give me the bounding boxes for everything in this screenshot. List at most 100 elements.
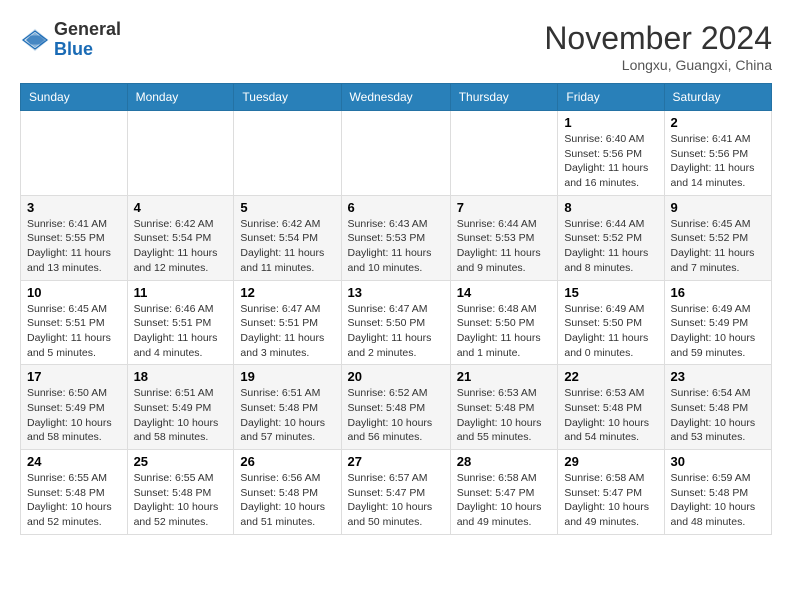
day-number: 10 <box>27 285 121 300</box>
day-info: Sunrise: 6:47 AM Sunset: 5:50 PM Dayligh… <box>348 302 444 361</box>
calendar-body: 1 Sunrise: 6:40 AM Sunset: 5:56 PM Daylig… <box>21 111 772 535</box>
day-info: Sunrise: 6:41 AM Sunset: 5:56 PM Dayligh… <box>671 132 765 191</box>
calendar-cell: 16 Sunrise: 6:49 AM Sunset: 5:49 PM Dayli… <box>664 280 771 365</box>
calendar-cell: 15 Sunrise: 6:49 AM Sunset: 5:50 PM Dayli… <box>558 280 664 365</box>
calendar-cell: 21Sunrise: 6:53 AM Sunset: 5:48 PM Dayli… <box>450 365 558 450</box>
day-number: 20 <box>348 369 444 384</box>
day-info: Sunrise: 6:40 AM Sunset: 5:56 PM Dayligh… <box>564 132 657 191</box>
day-number: 22 <box>564 369 657 384</box>
day-number: 17 <box>27 369 121 384</box>
calendar-cell <box>127 111 234 196</box>
day-number: 15 <box>564 285 657 300</box>
calendar-cell: 17 Sunrise: 6:50 AM Sunset: 5:49 PM Dayli… <box>21 365 128 450</box>
day-info: Sunrise: 6:51 AM Sunset: 5:48 PM Dayligh… <box>240 386 334 445</box>
logo-text: General Blue <box>54 20 121 60</box>
header-day-sunday: Sunday <box>21 84 128 111</box>
calendar-cell: 30 Sunrise: 6:59 AM Sunset: 5:48 PM Dayli… <box>664 450 771 535</box>
day-info: Sunrise: 6:42 AM Sunset: 5:54 PM Dayligh… <box>134 217 228 276</box>
day-number: 11 <box>134 285 228 300</box>
calendar-cell: 19 Sunrise: 6:51 AM Sunset: 5:48 PM Dayli… <box>234 365 341 450</box>
calendar-cell: 5 Sunrise: 6:42 AM Sunset: 5:54 PM Daylig… <box>234 195 341 280</box>
day-info: Sunrise: 6:49 AM Sunset: 5:50 PM Dayligh… <box>564 302 657 361</box>
calendar-week-2: 3Sunrise: 6:41 AM Sunset: 5:55 PM Daylig… <box>21 195 772 280</box>
day-info: Sunrise: 6:51 AM Sunset: 5:49 PM Dayligh… <box>134 386 228 445</box>
calendar-table: SundayMondayTuesdayWednesdayThursdayFrid… <box>20 83 772 535</box>
day-info: Sunrise: 6:50 AM Sunset: 5:49 PM Dayligh… <box>27 386 121 445</box>
day-info: Sunrise: 6:52 AM Sunset: 5:48 PM Dayligh… <box>348 386 444 445</box>
day-info: Sunrise: 6:58 AM Sunset: 5:47 PM Dayligh… <box>564 471 657 530</box>
header-day-saturday: Saturday <box>664 84 771 111</box>
page-header: General Blue November 2024 Longxu, Guang… <box>20 20 772 73</box>
day-number: 18 <box>134 369 228 384</box>
day-info: Sunrise: 6:53 AM Sunset: 5:48 PM Dayligh… <box>564 386 657 445</box>
day-number: 16 <box>671 285 765 300</box>
calendar-week-1: 1 Sunrise: 6:40 AM Sunset: 5:56 PM Daylig… <box>21 111 772 196</box>
calendar-cell <box>341 111 450 196</box>
day-info: Sunrise: 6:48 AM Sunset: 5:50 PM Dayligh… <box>457 302 552 361</box>
calendar-header: SundayMondayTuesdayWednesdayThursdayFrid… <box>21 84 772 111</box>
header-day-wednesday: Wednesday <box>341 84 450 111</box>
day-number: 13 <box>348 285 444 300</box>
month-title: November 2024 <box>544 20 772 57</box>
day-info: Sunrise: 6:43 AM Sunset: 5:53 PM Dayligh… <box>348 217 444 276</box>
calendar-cell: 6Sunrise: 6:43 AM Sunset: 5:53 PM Daylig… <box>341 195 450 280</box>
calendar-cell: 1 Sunrise: 6:40 AM Sunset: 5:56 PM Daylig… <box>558 111 664 196</box>
calendar-cell: 29Sunrise: 6:58 AM Sunset: 5:47 PM Dayli… <box>558 450 664 535</box>
day-number: 3 <box>27 200 121 215</box>
header-day-friday: Friday <box>558 84 664 111</box>
day-number: 27 <box>348 454 444 469</box>
day-number: 23 <box>671 369 765 384</box>
calendar-week-5: 24 Sunrise: 6:55 AM Sunset: 5:48 PM Dayli… <box>21 450 772 535</box>
day-info: Sunrise: 6:54 AM Sunset: 5:48 PM Dayligh… <box>671 386 765 445</box>
day-info: Sunrise: 6:47 AM Sunset: 5:51 PM Dayligh… <box>240 302 334 361</box>
calendar-cell: 25Sunrise: 6:55 AM Sunset: 5:48 PM Dayli… <box>127 450 234 535</box>
header-day-tuesday: Tuesday <box>234 84 341 111</box>
day-info: Sunrise: 6:58 AM Sunset: 5:47 PM Dayligh… <box>457 471 552 530</box>
calendar-cell: 4 Sunrise: 6:42 AM Sunset: 5:54 PM Daylig… <box>127 195 234 280</box>
day-info: Sunrise: 6:44 AM Sunset: 5:52 PM Dayligh… <box>564 217 657 276</box>
calendar-cell: 12Sunrise: 6:47 AM Sunset: 5:51 PM Dayli… <box>234 280 341 365</box>
calendar-cell: 18 Sunrise: 6:51 AM Sunset: 5:49 PM Dayli… <box>127 365 234 450</box>
day-info: Sunrise: 6:49 AM Sunset: 5:49 PM Dayligh… <box>671 302 765 361</box>
calendar-cell: 14 Sunrise: 6:48 AM Sunset: 5:50 PM Dayli… <box>450 280 558 365</box>
location: Longxu, Guangxi, China <box>544 57 772 73</box>
day-number: 4 <box>134 200 228 215</box>
calendar-cell: 10 Sunrise: 6:45 AM Sunset: 5:51 PM Dayli… <box>21 280 128 365</box>
calendar-cell: 27 Sunrise: 6:57 AM Sunset: 5:47 PM Dayli… <box>341 450 450 535</box>
calendar-cell <box>21 111 128 196</box>
day-number: 7 <box>457 200 552 215</box>
day-info: Sunrise: 6:57 AM Sunset: 5:47 PM Dayligh… <box>348 471 444 530</box>
day-number: 1 <box>564 115 657 130</box>
logo-general: General <box>54 19 121 39</box>
day-number: 24 <box>27 454 121 469</box>
day-number: 26 <box>240 454 334 469</box>
calendar-cell: 22 Sunrise: 6:53 AM Sunset: 5:48 PM Dayli… <box>558 365 664 450</box>
day-number: 21 <box>457 369 552 384</box>
day-info: Sunrise: 6:46 AM Sunset: 5:51 PM Dayligh… <box>134 302 228 361</box>
calendar-week-3: 10 Sunrise: 6:45 AM Sunset: 5:51 PM Dayli… <box>21 280 772 365</box>
calendar-cell: 28 Sunrise: 6:58 AM Sunset: 5:47 PM Dayli… <box>450 450 558 535</box>
calendar-cell: 11 Sunrise: 6:46 AM Sunset: 5:51 PM Dayli… <box>127 280 234 365</box>
day-info: Sunrise: 6:45 AM Sunset: 5:51 PM Dayligh… <box>27 302 121 361</box>
day-info: Sunrise: 6:59 AM Sunset: 5:48 PM Dayligh… <box>671 471 765 530</box>
day-number: 2 <box>671 115 765 130</box>
calendar-cell: 8 Sunrise: 6:44 AM Sunset: 5:52 PM Daylig… <box>558 195 664 280</box>
day-info: Sunrise: 6:56 AM Sunset: 5:48 PM Dayligh… <box>240 471 334 530</box>
day-number: 5 <box>240 200 334 215</box>
day-number: 8 <box>564 200 657 215</box>
calendar-cell <box>234 111 341 196</box>
header-row: SundayMondayTuesdayWednesdayThursdayFrid… <box>21 84 772 111</box>
day-number: 28 <box>457 454 552 469</box>
logo-blue: Blue <box>54 39 93 59</box>
calendar-cell: 20 Sunrise: 6:52 AM Sunset: 5:48 PM Dayli… <box>341 365 450 450</box>
day-number: 14 <box>457 285 552 300</box>
day-number: 30 <box>671 454 765 469</box>
calendar-cell: 2 Sunrise: 6:41 AM Sunset: 5:56 PM Daylig… <box>664 111 771 196</box>
calendar-week-4: 17 Sunrise: 6:50 AM Sunset: 5:49 PM Dayli… <box>21 365 772 450</box>
day-number: 19 <box>240 369 334 384</box>
day-info: Sunrise: 6:44 AM Sunset: 5:53 PM Dayligh… <box>457 217 552 276</box>
day-info: Sunrise: 6:55 AM Sunset: 5:48 PM Dayligh… <box>27 471 121 530</box>
day-number: 25 <box>134 454 228 469</box>
day-info: Sunrise: 6:42 AM Sunset: 5:54 PM Dayligh… <box>240 217 334 276</box>
calendar-cell: 13 Sunrise: 6:47 AM Sunset: 5:50 PM Dayli… <box>341 280 450 365</box>
